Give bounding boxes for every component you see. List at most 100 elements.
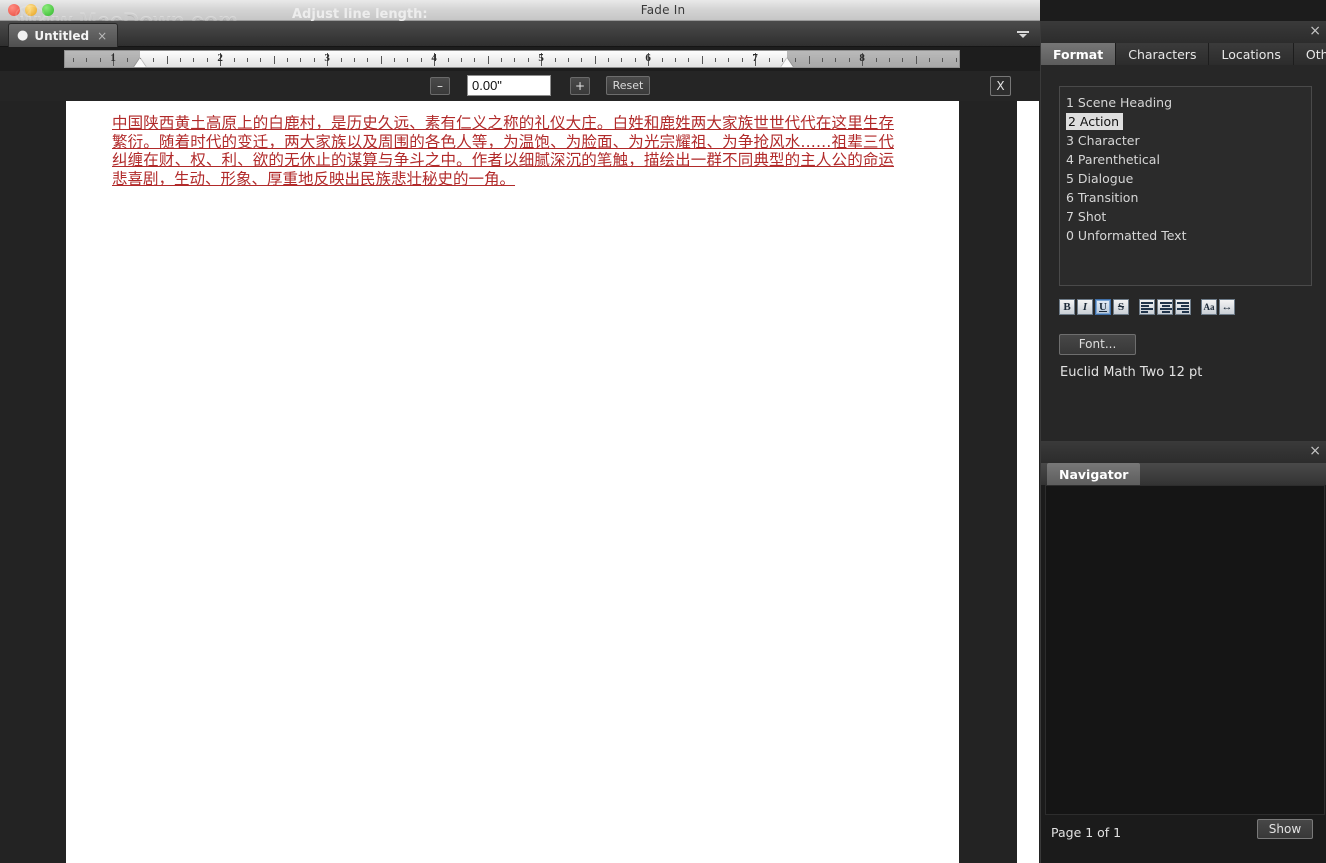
tab-other[interactable]: Other	[1293, 43, 1326, 65]
bold-icon[interactable]: B	[1059, 299, 1075, 315]
ruler-tick	[246, 58, 248, 62]
line-length-reset-button[interactable]: Reset	[606, 76, 650, 95]
document-tab-untitled[interactable]: ● Untitled ×	[8, 23, 119, 47]
ruler-tick	[835, 58, 837, 62]
ruler-number: 8	[859, 52, 865, 64]
close-adjust-bar-button[interactable]: X	[990, 76, 1011, 96]
tab-characters[interactable]: Characters	[1116, 43, 1210, 65]
close-format-panel-icon[interactable]: ×	[1309, 23, 1321, 39]
ruler-tick	[955, 58, 957, 62]
ruler-tick	[674, 58, 676, 62]
ruler-tick	[260, 58, 262, 62]
ruler-tick	[166, 56, 168, 64]
ruler-tick	[915, 56, 917, 64]
ruler-tick	[153, 58, 155, 62]
editor-left-gutter	[0, 202, 66, 863]
ruler-tick	[193, 58, 195, 62]
text-width-glyph: ↔	[1221, 301, 1233, 313]
text-case-glyph: Aa	[1203, 302, 1215, 312]
font-button[interactable]: Font...	[1059, 334, 1136, 355]
ruler-tick	[474, 58, 476, 62]
close-tab-icon[interactable]: ×	[95, 29, 107, 43]
ruler-left-margin-marker[interactable]	[133, 58, 146, 67]
ruler-number: 1	[110, 52, 116, 64]
ruler-tick	[848, 58, 850, 62]
italic-icon[interactable]: I	[1077, 299, 1093, 315]
navigator-list-area[interactable]	[1045, 485, 1325, 815]
ruler-tick	[728, 58, 730, 62]
format-panel-tabs: FormatCharactersLocationsOther	[1041, 43, 1326, 65]
ruler-tick	[554, 58, 556, 62]
chevron-down-icon[interactable]	[1016, 28, 1030, 40]
tab-navigator[interactable]: Navigator	[1047, 463, 1141, 485]
ruler-tick	[567, 58, 569, 62]
line-length-input[interactable]: 0.00"	[467, 75, 551, 96]
ruler-tick	[273, 56, 275, 64]
element-style-scene-heading[interactable]: 1 Scene Heading	[1060, 93, 1311, 112]
tab-navigator-label: Navigator	[1059, 466, 1129, 482]
ruler-tick	[407, 58, 409, 62]
navigator-footer: Page 1 of 1 Show	[1041, 815, 1326, 863]
font-description-label: Euclid Math Two 12 pt	[1060, 365, 1203, 380]
horizontal-ruler[interactable]: 1 2 3 4 5 6 7 8	[64, 50, 960, 68]
navigator-show-button[interactable]: Show	[1257, 819, 1313, 839]
ruler-number: 6	[645, 52, 651, 64]
zoom-window-button[interactable]	[42, 4, 54, 16]
ruler-tick	[768, 58, 770, 62]
ruler-tick	[353, 58, 355, 62]
close-window-button[interactable]	[8, 4, 20, 16]
ruler-right-margin-marker[interactable]	[781, 58, 794, 67]
element-style-list[interactable]: 1 Scene Heading 2 Action 3 Character 4 Pare…	[1059, 86, 1312, 286]
vertical-scrollbar-track[interactable]	[1017, 101, 1039, 863]
ruler-tick	[929, 58, 931, 62]
element-style-unformatted-text[interactable]: 0 Unformatted Text	[1060, 226, 1311, 245]
ruler-number: 2	[217, 52, 223, 64]
element-style-dialogue[interactable]: 5 Dialogue	[1060, 169, 1311, 188]
app-window: Fade In www.MacDown.com ● Untitled × 123…	[0, 0, 1326, 863]
ruler-tick	[206, 58, 208, 62]
element-style-parenthetical[interactable]: 4 Parenthetical	[1060, 150, 1311, 169]
underline-glyph: U	[1099, 301, 1107, 313]
tab-format[interactable]: Format	[1041, 43, 1117, 65]
navigator-panel-header: ×	[1041, 441, 1326, 463]
element-style-character[interactable]: 3 Character	[1060, 131, 1311, 150]
line-length-decrement-button[interactable]: –	[430, 77, 450, 95]
tab-locations[interactable]: Locations	[1209, 43, 1294, 65]
strikethrough-icon[interactable]: S	[1113, 299, 1129, 315]
ruler-tick	[822, 58, 824, 62]
element-style-transition[interactable]: 6 Transition	[1060, 188, 1311, 207]
text-case-icon[interactable]: Aa	[1201, 299, 1217, 315]
ruler-tick	[180, 58, 182, 62]
align-left-icon[interactable]	[1139, 299, 1155, 315]
element-style-shot[interactable]: 7 Shot	[1060, 207, 1311, 226]
ruler-tick	[367, 58, 369, 62]
bold-glyph: B	[1063, 301, 1071, 313]
align-center-icon[interactable]	[1157, 299, 1173, 315]
navigator-tabrow: Navigator	[1041, 463, 1326, 485]
ruler-tick	[233, 58, 235, 62]
underline-icon[interactable]: U	[1095, 299, 1111, 315]
screenplay-body-text[interactable]: 中国陕西黄土高原上的白鹿村，是历史久远、素有仁义之称的礼仪大庄。白姓和鹿姓两大家…	[112, 114, 894, 188]
ruler-tick	[581, 58, 583, 62]
ruler-tick	[447, 58, 449, 62]
minimize-window-button[interactable]	[25, 4, 37, 16]
ruler-tick	[808, 56, 810, 64]
ruler-tick	[380, 56, 382, 64]
close-navigator-panel-icon[interactable]: ×	[1309, 443, 1321, 459]
element-style-action[interactable]: 2 Action	[1060, 112, 1311, 131]
window-controls	[8, 4, 54, 16]
ruler-tick	[875, 58, 877, 62]
ruler-number: 3	[324, 52, 330, 64]
text-width-icon[interactable]: ↔	[1219, 299, 1235, 315]
line-length-increment-button[interactable]: +	[570, 77, 590, 95]
ruler-tick	[514, 58, 516, 62]
ruler-tick	[73, 58, 75, 62]
ruler-tick	[460, 58, 462, 62]
document-page[interactable]: 中国陕西黄土高原上的白鹿村，是历史久远、素有仁义之称的礼仪大庄。白姓和鹿姓两大家…	[66, 101, 959, 863]
ruler-tick	[942, 58, 944, 62]
page-status-label: Page 1 of 1	[1051, 825, 1122, 840]
ruler-tick	[661, 58, 663, 62]
modified-dot-icon: ●	[17, 28, 29, 43]
align-right-icon[interactable]	[1175, 299, 1191, 315]
ruler-row: 1 2 3 4 5 6 7 8	[0, 47, 1040, 71]
